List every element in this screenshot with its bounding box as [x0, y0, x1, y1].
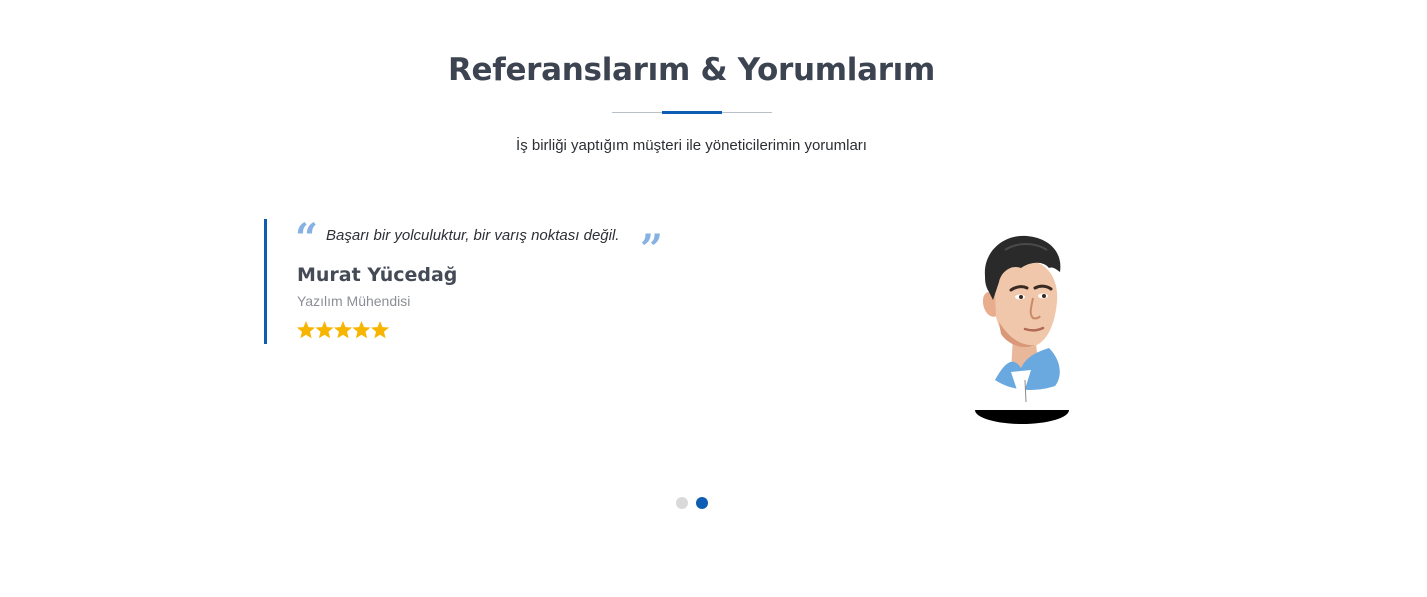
star-icon [315, 321, 334, 339]
carousel-dot-1[interactable] [676, 497, 688, 509]
author-role: Yazılım Mühendisi [297, 293, 411, 309]
title-divider-accent [662, 111, 722, 114]
star-rating [297, 320, 389, 340]
section-title: Referanslarım & Yorumlarım [447, 52, 936, 88]
star-icon [297, 321, 316, 339]
section-subtitle: İş birliği yaptığım müşteri ile yönetici… [516, 137, 867, 154]
author-avatar [965, 230, 1085, 426]
carousel-dot-2[interactable] [696, 497, 708, 509]
star-icon [352, 321, 371, 339]
star-icon [370, 321, 389, 339]
star-rating-icons [297, 321, 389, 339]
avatar-illustration [975, 235, 1069, 424]
testimonial-quote: Başarı bir yolculuktur, bir varış noktas… [326, 227, 620, 244]
star-icon [333, 321, 353, 339]
quote-close-icon: ” [640, 226, 664, 273]
quote-open-icon: “ [295, 215, 319, 262]
author-name: Murat Yücedağ [297, 264, 458, 286]
testimonial-card: “ Başarı bir yolculuktur, bir varış nokt… [264, 219, 687, 344]
